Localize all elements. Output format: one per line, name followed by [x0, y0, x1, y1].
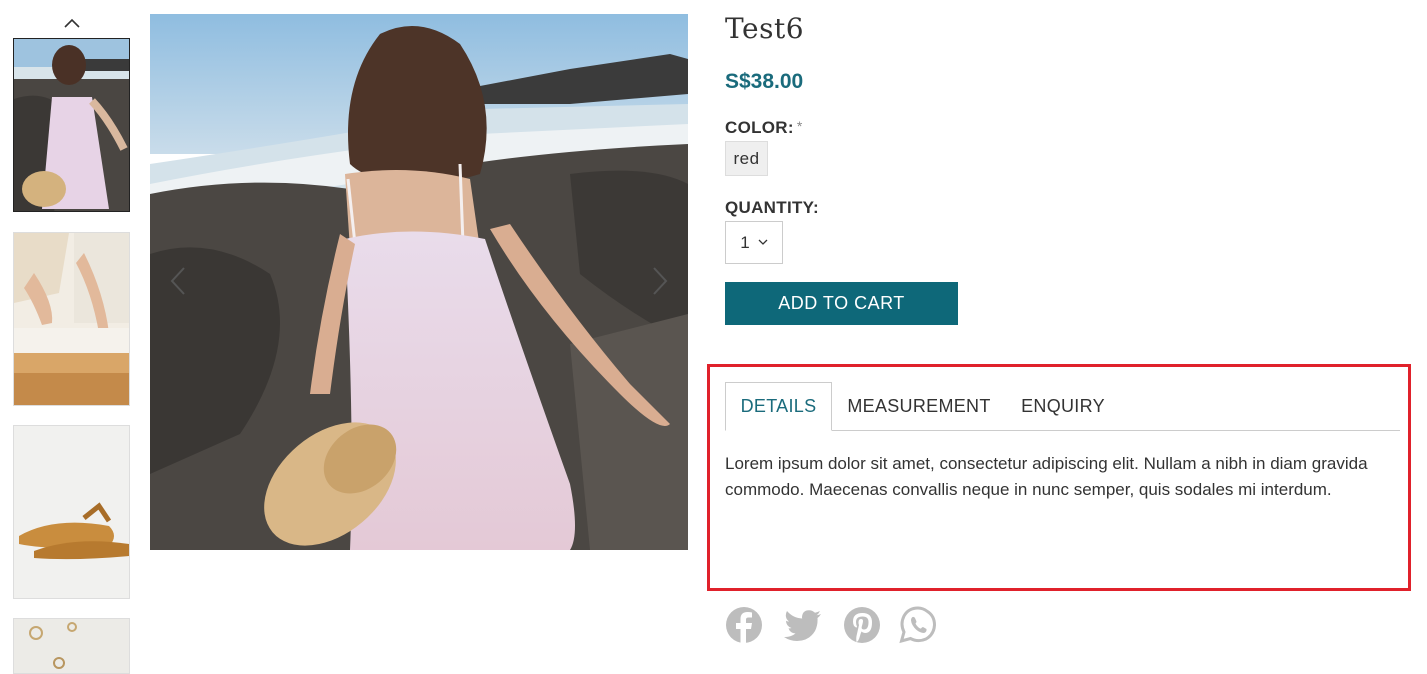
required-mark: *: [796, 118, 803, 134]
color-label-text: COLOR:: [725, 118, 794, 137]
thumbnail-sandals[interactable]: [13, 425, 130, 599]
main-product-image: [150, 14, 688, 550]
color-label: COLOR: *: [725, 118, 803, 138]
details-text: Lorem ipsum dolor sit amet, consectetur …: [725, 454, 1368, 499]
thumbnails-scroll-up-icon[interactable]: [62, 16, 82, 30]
product-price: S$38.00: [725, 70, 804, 93]
quantity-value: 1: [740, 232, 750, 252]
twitter-icon[interactable]: [784, 606, 822, 644]
tab-enquiry[interactable]: ENQUIRY: [1010, 382, 1116, 431]
quantity-label: QUANTITY:: [725, 198, 819, 217]
product-title: Test6: [725, 12, 805, 45]
facebook-icon[interactable]: [725, 606, 763, 644]
tab-details[interactable]: DETAILS: [725, 382, 832, 431]
whatsapp-icon[interactable]: [899, 606, 937, 644]
previous-image-arrow-icon[interactable]: [168, 266, 188, 296]
tab-measurement[interactable]: MEASUREMENT: [840, 382, 998, 431]
pinterest-icon[interactable]: [843, 606, 881, 644]
color-option-red[interactable]: red: [725, 141, 768, 176]
chevron-down-icon: [758, 239, 768, 245]
thumbnail-baking[interactable]: [13, 232, 130, 406]
next-image-arrow-icon[interactable]: [650, 266, 670, 296]
thumbnail-jewelry[interactable]: [13, 618, 130, 674]
thumbnail-dress[interactable]: [13, 38, 130, 212]
add-to-cart-button[interactable]: ADD TO CART: [725, 282, 958, 325]
quantity-select[interactable]: 1: [725, 221, 783, 264]
